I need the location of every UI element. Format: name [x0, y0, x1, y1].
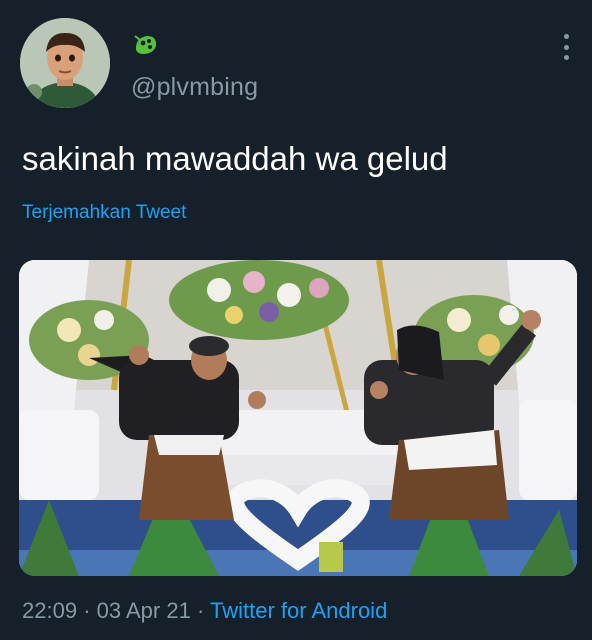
tweet-time[interactable]: 22:09: [22, 598, 77, 623]
vertical-ellipsis-icon[interactable]: [562, 34, 570, 60]
wedding-photo-image: [19, 260, 577, 576]
tweet-source-link[interactable]: Twitter for Android: [210, 598, 387, 623]
green-emoji-badge: [131, 30, 161, 60]
user-handle[interactable]: @plvmbing: [131, 73, 258, 102]
avatar-image: [20, 18, 110, 108]
meta-separator: ·: [196, 598, 205, 623]
meta-separator: ·: [83, 598, 91, 623]
tweet-date[interactable]: 03 Apr 21: [97, 598, 191, 623]
profile-avatar[interactable]: [20, 18, 110, 108]
tweet-meta: 22:09 · 03 Apr 21 · Twitter for Android: [22, 598, 387, 624]
tweet-photo[interactable]: [19, 260, 577, 576]
translate-tweet-link[interactable]: Terjemahkan Tweet: [22, 202, 186, 224]
tweet-text: sakinah mawaddah wa gelud: [22, 140, 448, 177]
